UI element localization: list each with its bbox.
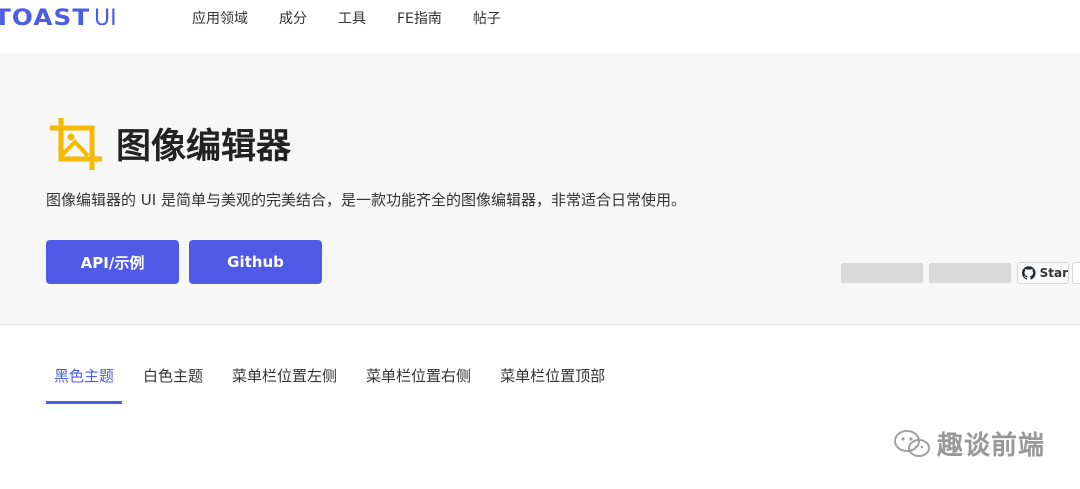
- github-star-button[interactable]: Star: [1017, 262, 1069, 284]
- api-examples-button[interactable]: API/示例: [46, 240, 179, 284]
- tab-light-theme[interactable]: 白色主题: [135, 360, 211, 404]
- toast-ui-logo[interactable]: TOAST UI: [0, 5, 117, 31]
- watermark-text: 趣谈前端: [937, 431, 1046, 461]
- nav-item-fe-guide[interactable]: FE指南: [397, 9, 442, 29]
- tab-dark-theme[interactable]: 黑色主题: [46, 360, 123, 404]
- status-badge-placeholder: [929, 263, 1011, 283]
- page-title: 图像编辑器: [116, 127, 292, 167]
- watermark: 趣谈前端: [893, 425, 1045, 462]
- page-description: 图像编辑器的 UI 是简单与美观的完美结合，是一款功能齐全的图像编辑器，非常适合…: [46, 191, 686, 209]
- tab-menu-right[interactable]: 菜单栏位置右侧: [358, 360, 479, 404]
- nav-item-tools[interactable]: 工具: [338, 9, 366, 29]
- status-badge-placeholder: [841, 263, 923, 283]
- github-button[interactable]: Github: [189, 240, 322, 284]
- nav-item-posts[interactable]: 帖子: [473, 9, 501, 29]
- theme-tabs: 黑色主题 白色主题 菜单栏位置左侧 菜单栏位置右侧 菜单栏位置顶部: [46, 360, 626, 404]
- logo-text-light: UI: [94, 5, 117, 31]
- github-icon: [1022, 266, 1036, 280]
- tab-menu-left[interactable]: 菜单栏位置左侧: [224, 360, 345, 404]
- wechat-icon: [894, 429, 930, 457]
- top-navbar: TOAST UI 应用领域 成分 工具 FE指南 帖子: [0, 0, 1080, 52]
- main-nav: 应用领域 成分 工具 FE指南 帖子: [192, 9, 532, 29]
- star-count-bubble[interactable]: [1072, 262, 1080, 284]
- logo-text-strong: TOAST: [0, 5, 91, 31]
- image-crop-icon: [50, 118, 102, 170]
- star-label: Star: [1039, 266, 1068, 280]
- hero-section: 图像编辑器 图像编辑器的 UI 是简单与美观的完美结合，是一款功能齐全的图像编辑…: [0, 53, 1080, 325]
- nav-item-components[interactable]: 成分: [279, 9, 307, 29]
- tab-menu-top[interactable]: 菜单栏位置顶部: [492, 360, 613, 404]
- nav-item-applications[interactable]: 应用领域: [192, 9, 248, 29]
